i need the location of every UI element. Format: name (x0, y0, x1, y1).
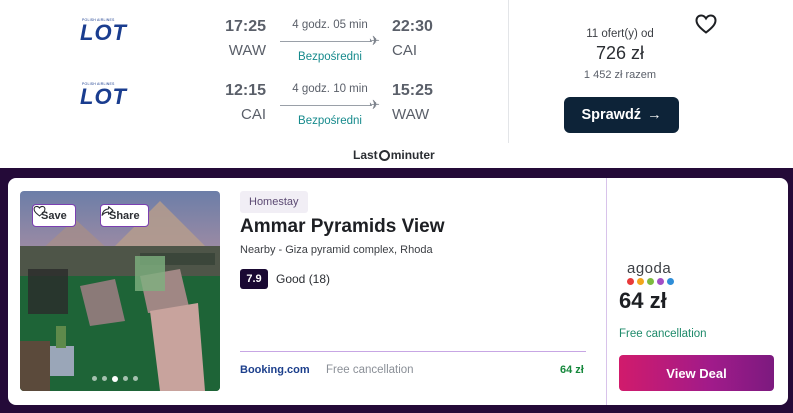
hotel-rating: 7.9 Good (18) (240, 269, 330, 289)
share-icon (101, 206, 114, 216)
arrival-airport: CAI (392, 42, 418, 59)
carousel-dot-active[interactable] (112, 375, 118, 382)
carousel-dot[interactable] (92, 376, 97, 381)
property-type-badge: Homestay (240, 191, 308, 213)
clock-icon (378, 149, 390, 161)
flight-price: 726 zł (595, 43, 645, 63)
flight-price-box: 11 ofert(y) od 726 zł 1 452 zł razem (560, 28, 680, 81)
stops-label: Bezpośredni (298, 51, 362, 63)
divider (508, 0, 509, 143)
provider-cancellation: Free cancellation (326, 364, 414, 376)
carousel-dot[interactable] (123, 376, 128, 381)
carousel-dot[interactable] (133, 376, 138, 381)
deal-price: 64 zł (619, 288, 667, 313)
deal-cancellation: Free cancellation (619, 328, 707, 340)
route-line (280, 105, 372, 106)
arrival-airport: WAW (392, 106, 430, 123)
flight-price-total: 1 452 zł razem (583, 69, 657, 81)
stops-label: Bezpośredni (298, 115, 362, 127)
rating-score: 7.9 (240, 269, 268, 289)
best-deal-panel: agoda 64 zł Free cancellation View Deal (606, 178, 788, 405)
arrow-right-icon: → (647, 107, 662, 123)
photo-carousel-dots[interactable] (92, 375, 138, 382)
hotel-photo[interactable]: Save Share (20, 191, 220, 391)
return-leg: POLISH AIRLINES LOT 12:15 CAI 4 godz. 10… (0, 78, 508, 134)
hotel-result-card[interactable]: Save Share Homestay Ammar Pyramids View … (8, 178, 788, 405)
view-deal-button[interactable]: View Deal (619, 355, 774, 391)
airline-logo: POLISH AIRLINES LOT (80, 82, 127, 109)
plane-icon: ✈ (369, 33, 380, 48)
offers-count: 11 ofert(y) od (586, 28, 654, 40)
flight-result-card[interactable]: POLISH AIRLINES LOT 17:25 WAW 4 godz. 05… (0, 0, 793, 168)
agoda-logo-dots (627, 278, 674, 285)
flight-duration: 4 godz. 05 min (292, 19, 368, 31)
outbound-leg: POLISH AIRLINES LOT 17:25 WAW 4 godz. 05… (0, 14, 508, 70)
departure-airport: WAW (228, 42, 266, 59)
flight-duration: 4 godz. 10 min (292, 83, 368, 95)
provider-divider (240, 351, 586, 352)
airline-logo: POLISH AIRLINES LOT (80, 18, 127, 45)
departure-time: 12:15 (225, 82, 266, 99)
carousel-dot[interactable] (102, 376, 107, 381)
arrival-time: 22:30 (392, 18, 433, 35)
hotel-location: Nearby - Giza pyramid complex, Rhoda (240, 244, 433, 256)
heart-icon (33, 205, 46, 217)
departure-time: 17:25 (225, 18, 266, 35)
provider-price[interactable]: 64 zł (560, 364, 584, 376)
rating-text: Good (18) (276, 272, 331, 286)
share-button[interactable]: Share (100, 204, 149, 227)
check-button-label: Sprawdź (581, 107, 642, 123)
agoda-logo: agoda (627, 260, 672, 277)
check-button[interactable]: Sprawdź → (564, 97, 679, 133)
departure-airport: CAI (240, 106, 266, 123)
arrival-time: 15:25 (392, 82, 433, 99)
save-button[interactable]: Save (32, 204, 76, 227)
hotel-name[interactable]: Ammar Pyramids View (240, 216, 445, 238)
route-line (280, 41, 372, 42)
lastminuter-logo: Last minuter (353, 148, 435, 162)
heart-icon[interactable] (694, 12, 718, 36)
plane-icon: ✈ (369, 97, 380, 112)
booking-provider-logo[interactable]: Booking.com (240, 364, 310, 376)
